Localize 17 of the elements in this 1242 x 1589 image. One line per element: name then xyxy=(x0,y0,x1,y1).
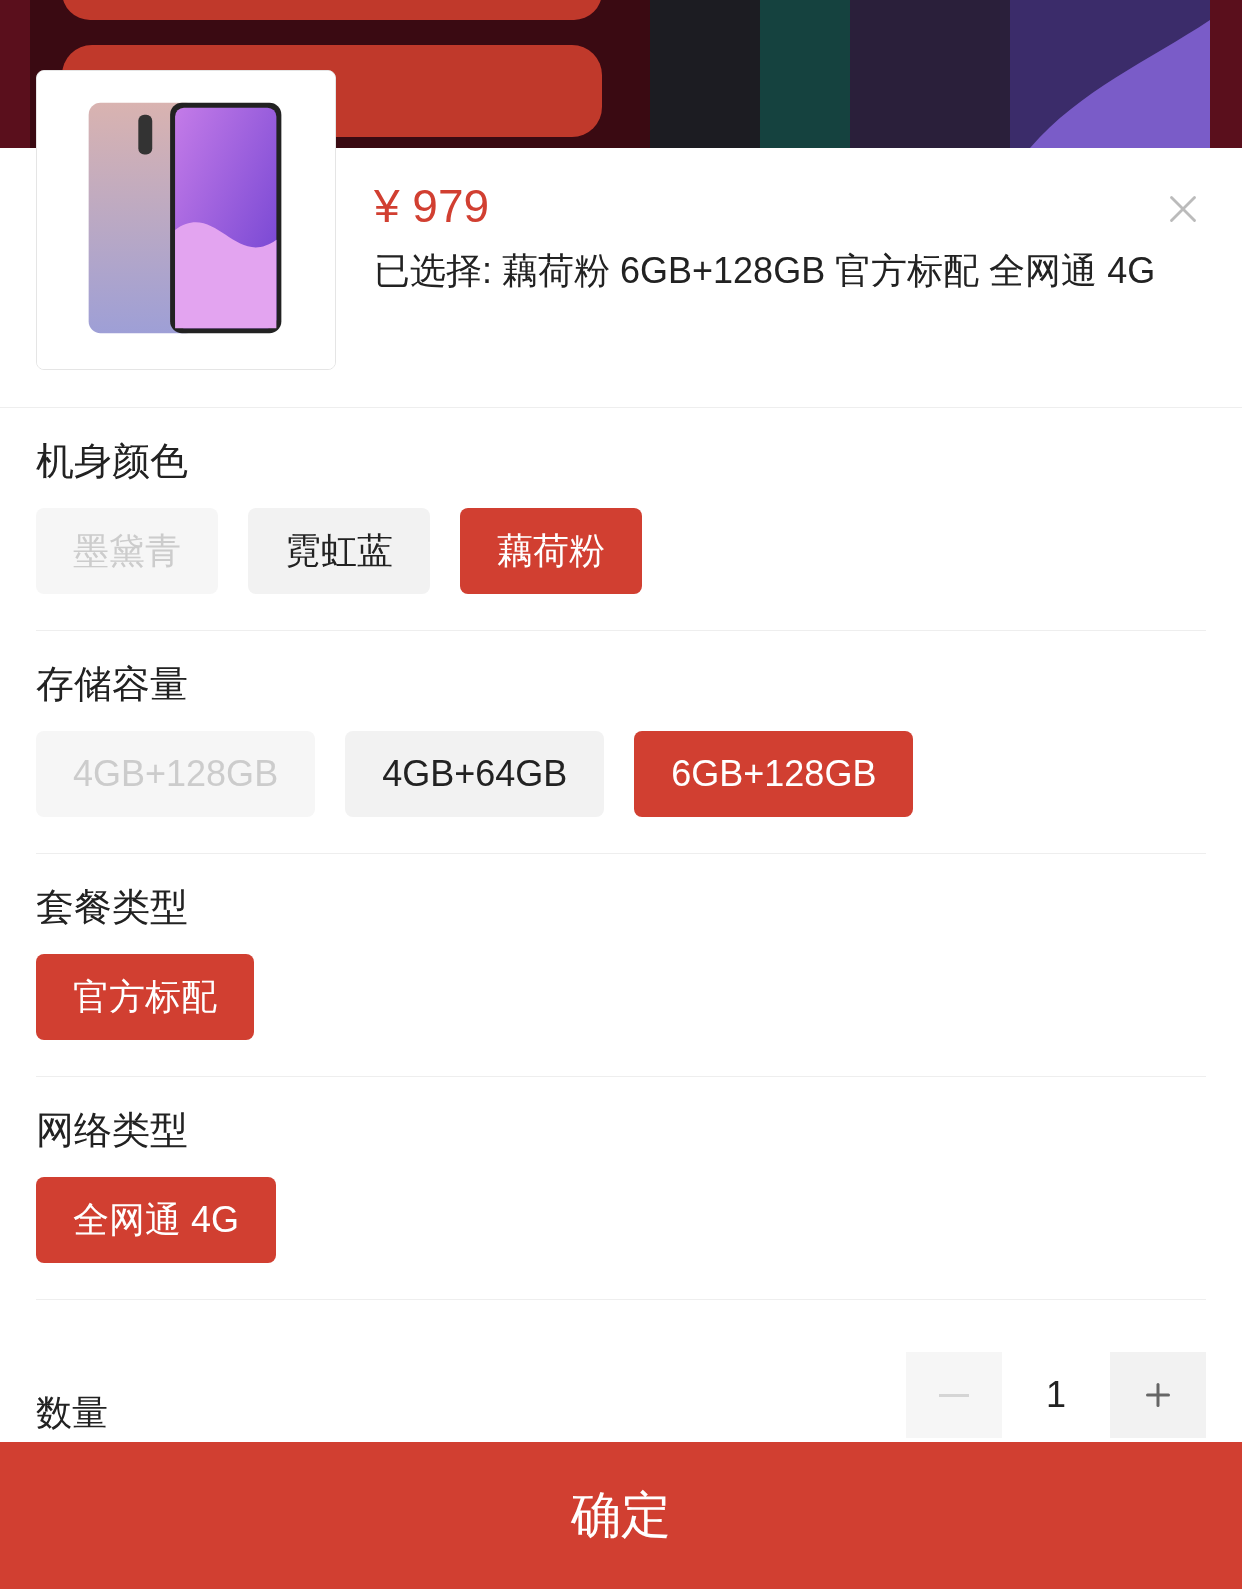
section-title: 网络类型 xyxy=(36,1108,189,1153)
option-chip[interactable]: 霓虹蓝 xyxy=(248,508,430,594)
quantity-label: 数量 xyxy=(36,1391,108,1435)
option-chip[interactable]: 6GB+128GB xyxy=(634,731,914,817)
price: ¥ 979 xyxy=(374,179,491,234)
confirm-button[interactable]: 确定 xyxy=(0,1442,1242,1589)
quantity-value: 1 xyxy=(1045,1373,1067,1417)
section-title: 存储容量 xyxy=(36,662,189,707)
option-chip[interactable]: 官方标配 xyxy=(36,954,254,1040)
option-chip[interactable]: 4GB+64GB xyxy=(345,731,605,817)
plus-button[interactable] xyxy=(1110,1352,1206,1438)
section-title: 套餐类型 xyxy=(36,885,189,930)
section-title: 机身颜色 xyxy=(36,439,189,484)
selected-summary: 已选择: 藕荷粉 6GB+128GB 官方标配 全网通 4G xyxy=(374,249,1157,293)
minus-icon xyxy=(939,1393,969,1397)
option-chip[interactable]: 全网通 4G xyxy=(36,1177,277,1263)
option-chip[interactable]: 藕荷粉 xyxy=(460,508,642,594)
